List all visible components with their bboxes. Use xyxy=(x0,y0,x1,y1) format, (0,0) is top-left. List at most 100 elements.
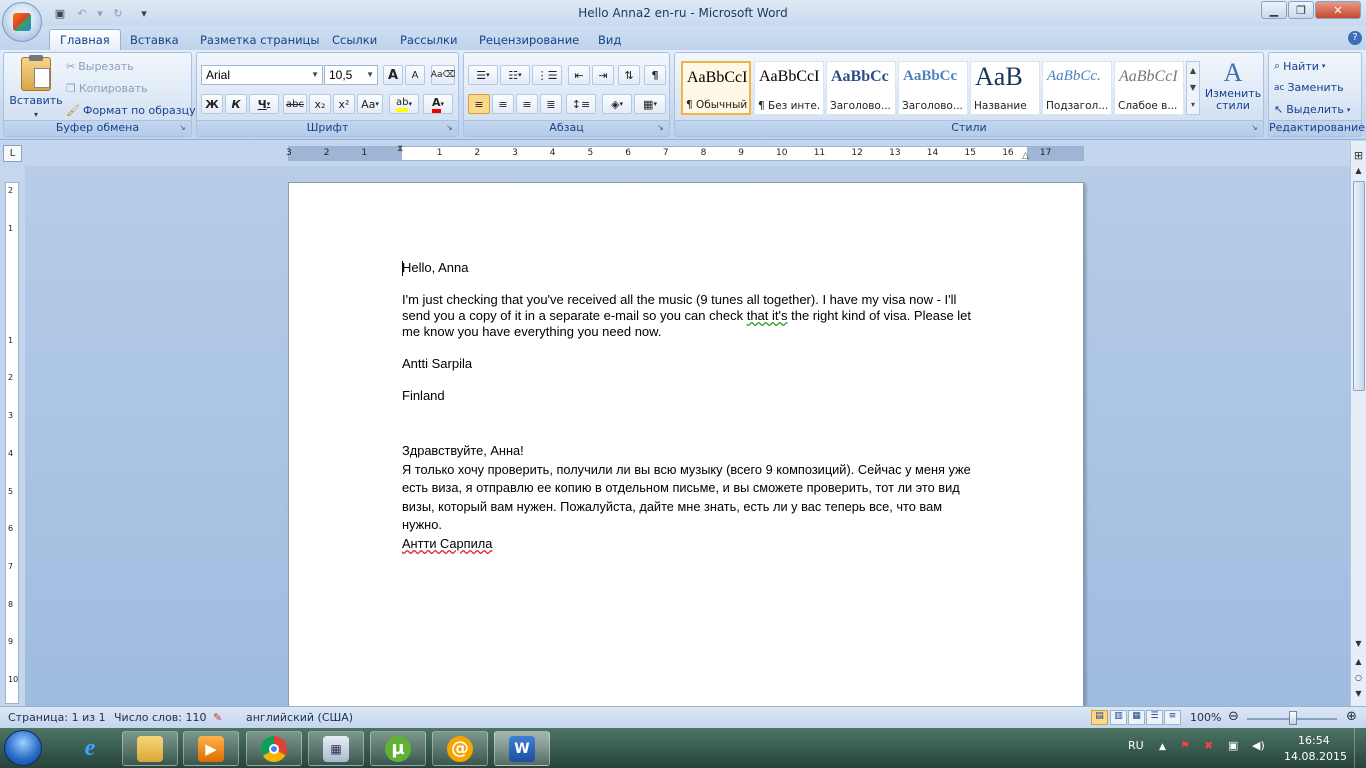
tab-mailings[interactable]: Рассылки xyxy=(390,29,467,50)
paragraph-ru-line-4[interactable]: нужно. xyxy=(402,516,442,535)
security-icon[interactable]: ✖ xyxy=(1204,739,1213,752)
replace-button[interactable]: ac Заменить xyxy=(1274,81,1344,94)
line-spacing-button[interactable]: ↕≡ xyxy=(566,94,596,114)
language-tray[interactable]: RU xyxy=(1128,739,1144,752)
font-name-combo[interactable]: Arial ▼ xyxy=(201,65,323,85)
word-count[interactable]: Число слов: 110 xyxy=(114,711,207,724)
next-page-icon[interactable]: ▼ xyxy=(1351,689,1366,703)
outline-icon[interactable]: ☰ xyxy=(1146,710,1163,725)
borders-button[interactable]: ▦ ▾ xyxy=(634,94,666,114)
signature-en[interactable]: Antti Sarpila xyxy=(402,356,472,372)
scroll-down-icon[interactable]: ▼ xyxy=(1187,79,1199,96)
scroll-up-icon[interactable]: ▲ xyxy=(1187,62,1199,79)
clock-time[interactable]: 16:54 xyxy=(1298,734,1330,747)
tab-insert[interactable]: Вставка xyxy=(120,29,189,50)
select-browse-object-icon[interactable]: ○ xyxy=(1351,673,1366,687)
web-layout-icon[interactable]: ▦ xyxy=(1128,710,1145,725)
volume-icon[interactable]: ◀) xyxy=(1252,739,1265,752)
taskbar-chrome[interactable] xyxy=(246,731,302,766)
style-normal[interactable]: AaBbCcI ¶ Обычный xyxy=(681,61,751,115)
taskbar-file-manager[interactable] xyxy=(122,731,178,766)
scrollbar-thumb[interactable] xyxy=(1353,181,1365,391)
paste-button[interactable]: Вставить ▾ xyxy=(8,55,64,119)
taskbar-utorrent[interactable]: µ xyxy=(370,731,426,766)
help-icon[interactable]: ? xyxy=(1348,31,1362,45)
clear-formatting-button[interactable]: Aa⌫ xyxy=(431,65,455,85)
office-button[interactable] xyxy=(2,2,42,42)
flag-icon[interactable]: ⚑ xyxy=(1180,739,1190,752)
superscript-button[interactable]: x² xyxy=(333,94,355,114)
show-desktop-button[interactable] xyxy=(1354,728,1366,768)
multilevel-list-button[interactable]: ⋮☰ xyxy=(532,65,562,85)
grammar-squiggle[interactable]: that it's xyxy=(747,308,788,323)
select-button[interactable]: ↖ Выделить ▾ xyxy=(1274,103,1350,116)
taskbar-word[interactable]: W xyxy=(494,731,550,766)
align-right-button[interactable]: ≡ xyxy=(516,94,538,114)
ruler-toggle-icon[interactable]: ⊞ xyxy=(1351,149,1366,163)
zoom-level[interactable]: 100% xyxy=(1190,711,1221,724)
styles-scroll[interactable]: ▲ ▼ ▾ xyxy=(1186,61,1200,115)
numbering-button[interactable]: ☷ ▾ xyxy=(500,65,530,85)
proofing-icon[interactable]: ✎ xyxy=(213,711,222,724)
style-heading-2[interactable]: AaBbCc Заголово... xyxy=(898,61,968,115)
network-icon[interactable]: ▣ xyxy=(1228,739,1238,752)
style-subtitle[interactable]: AaBbCc. Подзагол... xyxy=(1042,61,1112,115)
font-size-combo[interactable]: 10,5 ▼ xyxy=(324,65,378,85)
style-heading-1[interactable]: AaBbCc Заголово... xyxy=(826,61,896,115)
dialog-launcher-icon[interactable]: ↘ xyxy=(446,124,455,133)
dialog-launcher-icon[interactable]: ↘ xyxy=(179,124,188,133)
start-button[interactable] xyxy=(4,730,42,766)
change-case-button[interactable]: Aa ▾ xyxy=(357,94,383,114)
scroll-down-arrow-icon[interactable]: ▼ xyxy=(1351,639,1366,653)
paragraph-ru-line-2[interactable]: есть виза, я отправлю ее копию в отдельн… xyxy=(402,479,960,498)
paragraph-en-line-1[interactable]: I'm just checking that you've received a… xyxy=(402,292,956,308)
change-styles-button[interactable]: A Изменить стили xyxy=(1203,59,1263,112)
zoom-out-icon[interactable]: ⊖ xyxy=(1228,709,1239,724)
more-styles-icon[interactable]: ▾ xyxy=(1187,96,1199,113)
increase-indent-button[interactable]: ⇥ xyxy=(592,65,614,85)
underline-button[interactable]: Ч ▾ xyxy=(249,94,279,114)
vertical-ruler[interactable]: 211234567891011 xyxy=(5,182,19,722)
font-color-button[interactable]: A ▾ xyxy=(423,94,453,114)
decrease-indent-button[interactable]: ⇤ xyxy=(568,65,590,85)
tab-selector[interactable]: L xyxy=(3,145,22,162)
close-button[interactable]: ✕ xyxy=(1315,1,1361,19)
language-indicator[interactable]: английский (США) xyxy=(246,711,353,724)
tab-home[interactable]: Главная xyxy=(49,29,121,50)
print-layout-icon[interactable]: ▤ xyxy=(1091,710,1108,725)
taskbar-internet-explorer[interactable]: e xyxy=(62,731,118,766)
align-center-button[interactable]: ≡ xyxy=(492,94,514,114)
paragraph-en-line-2[interactable]: send you a copy of it in a separate e-ma… xyxy=(402,308,971,324)
vertical-scrollbar[interactable]: ⊞ ▲ ▼ ▲ ○ ▼ xyxy=(1350,141,1366,706)
tab-view[interactable]: Вид xyxy=(588,29,631,50)
shading-button[interactable]: ◈ ▾ xyxy=(602,94,632,114)
country[interactable]: Finland xyxy=(402,388,445,404)
bullets-button[interactable]: ☰ ▾ xyxy=(468,65,498,85)
style-title[interactable]: AaB Название xyxy=(970,61,1040,115)
taskbar-mail-agent[interactable]: @ xyxy=(432,731,488,766)
draft-icon[interactable]: ≡ xyxy=(1164,710,1181,725)
restore-button[interactable]: ❐ xyxy=(1288,1,1314,19)
find-button[interactable]: ⌕ Найти ▾ xyxy=(1274,59,1325,73)
full-screen-reading-icon[interactable]: ▥ xyxy=(1110,710,1127,725)
tab-references[interactable]: Ссылки xyxy=(322,29,387,50)
subscript-button[interactable]: x₂ xyxy=(309,94,331,114)
format-painter-button[interactable]: 🖌 Формат по образцу xyxy=(66,104,196,117)
paragraph-en-line-3[interactable]: me know you have everything you need now… xyxy=(402,324,661,340)
document-page[interactable]: Hello, Anna I'm just checking that you'v… xyxy=(288,182,1084,712)
scroll-up-arrow-icon[interactable]: ▲ xyxy=(1351,166,1366,180)
paragraph-ru-line-3[interactable]: визы, который вам нужен. Пожалуйста, дай… xyxy=(402,498,942,517)
sort-button[interactable]: ⇅ xyxy=(618,65,640,85)
justify-button[interactable]: ≣ xyxy=(540,94,562,114)
grow-font-button[interactable]: A xyxy=(383,65,403,85)
minimize-button[interactable]: ▁ xyxy=(1261,1,1287,19)
highlight-button[interactable]: ab ▾ xyxy=(389,94,419,114)
style-subtle-emphasis[interactable]: AaBbCcI Слабое в... xyxy=(1114,61,1184,115)
taskbar-media-player[interactable]: ▶ xyxy=(183,731,239,766)
copy-button[interactable]: ❐ Копировать xyxy=(66,82,148,95)
tab-page-layout[interactable]: Разметка страницы xyxy=(190,29,329,50)
italic-button[interactable]: К xyxy=(225,94,247,114)
greeting-ru[interactable]: Здравствуйте, Анна! xyxy=(402,442,524,461)
show-hidden-icons-icon[interactable]: ▲ xyxy=(1159,742,1166,752)
shrink-font-button[interactable]: A xyxy=(405,65,425,85)
